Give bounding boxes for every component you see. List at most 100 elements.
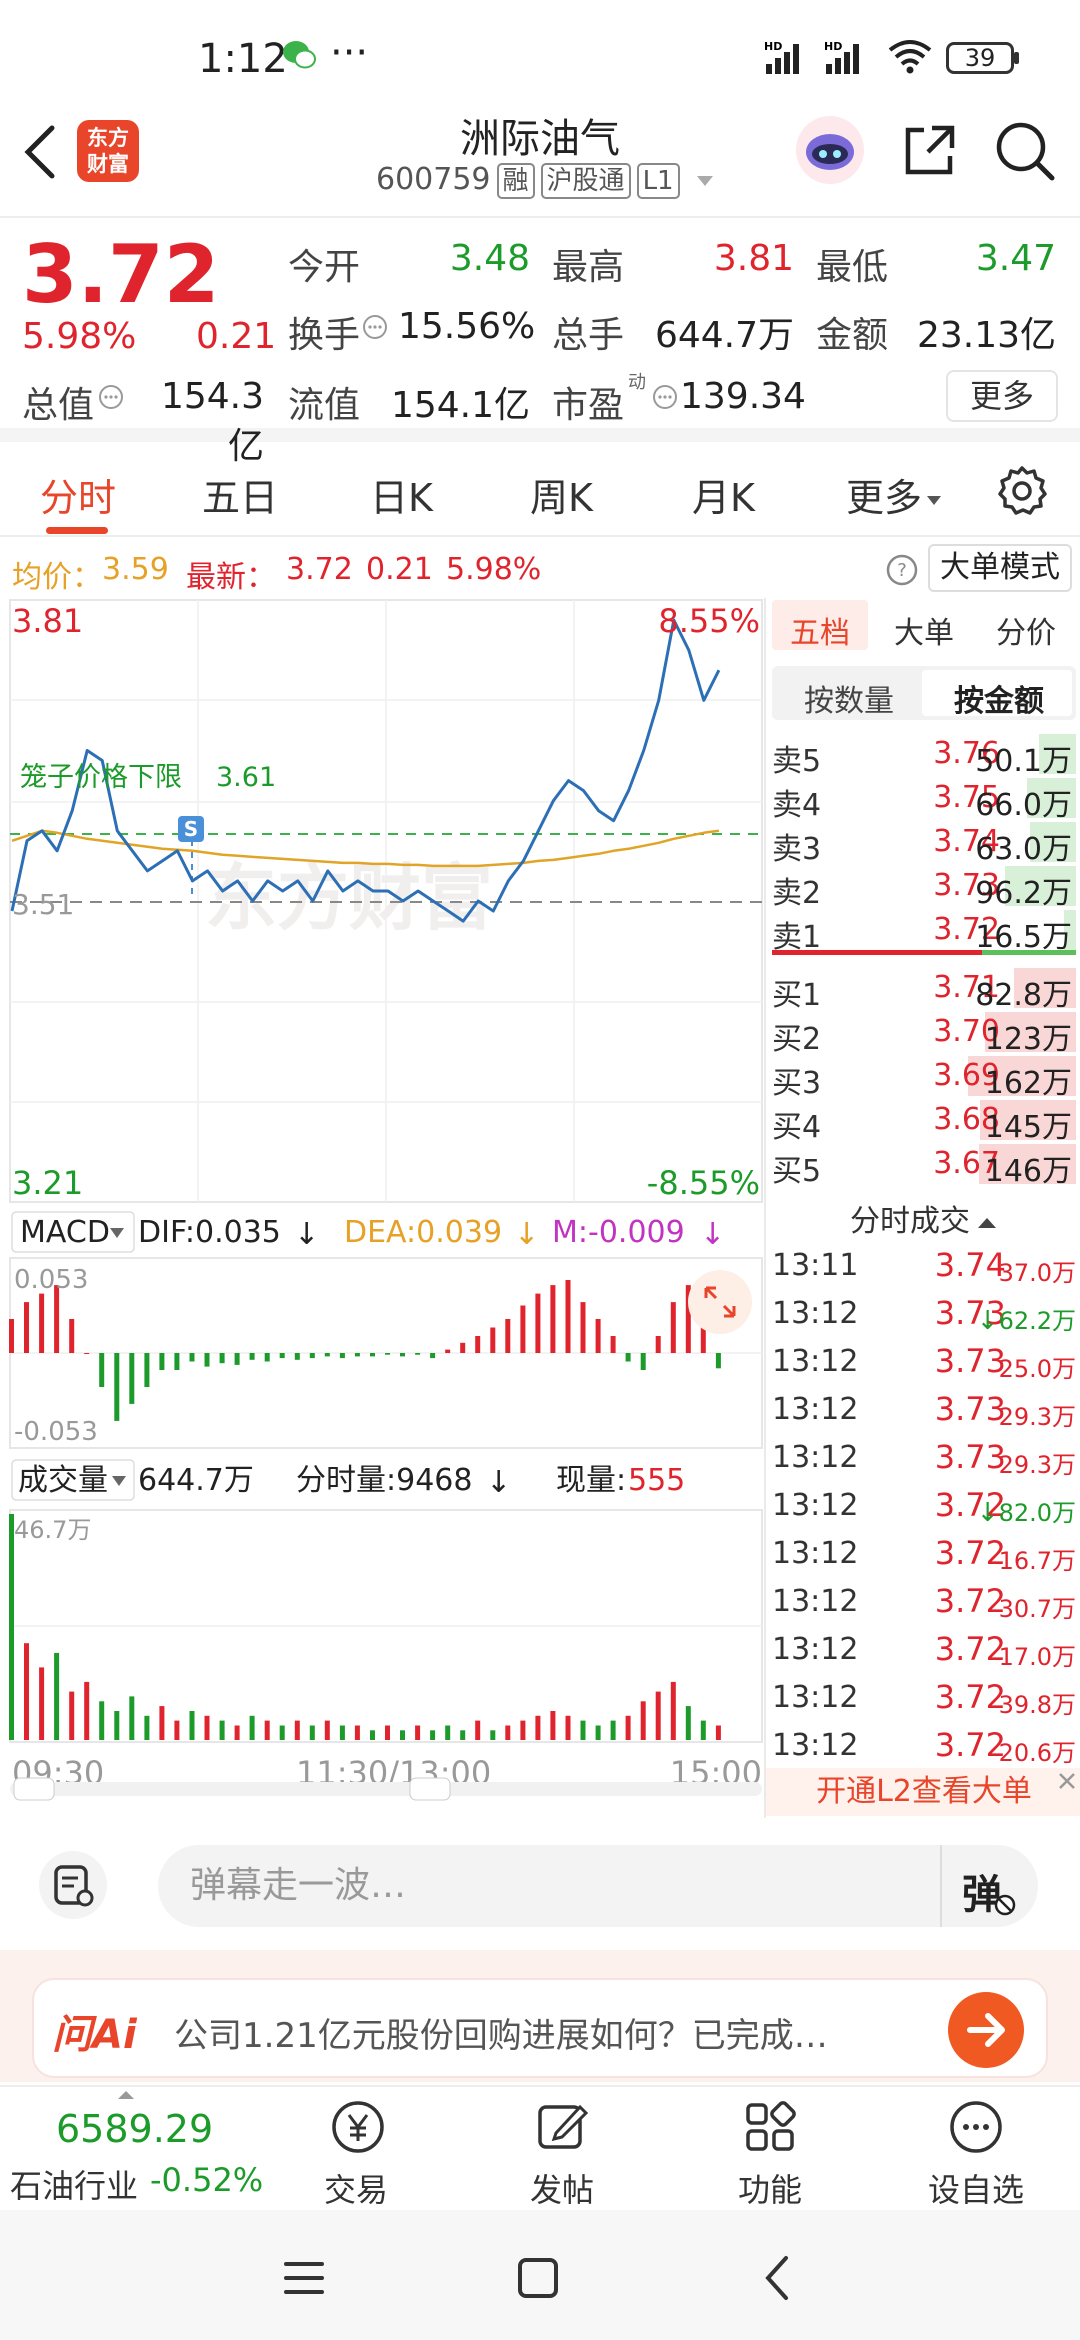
expand-button[interactable]	[688, 1270, 752, 1334]
svg-text:?: ?	[897, 560, 907, 581]
ask-row[interactable]: 卖4 3.75 66.0万	[766, 776, 1076, 823]
trade-price: 3.73	[934, 1342, 1006, 1380]
close-icon[interactable]	[1056, 1770, 1078, 1792]
info-dots-icon[interactable]	[652, 384, 678, 410]
volume-bar	[700, 1720, 706, 1740]
trades-title-text: 分时成交	[850, 1204, 970, 1239]
subtab-by-quantity[interactable]: 按数量	[804, 676, 894, 720]
range-scroll-track[interactable]	[10, 1782, 762, 1796]
volume-bar	[234, 1725, 240, 1740]
search-icon[interactable]	[994, 120, 1056, 182]
macd-bar	[309, 1353, 315, 1359]
industry-index-name[interactable]: 石油行业	[10, 2161, 138, 2207]
ask-row[interactable]: 卖1 3.72 16.5万	[766, 908, 1076, 955]
macd-bar	[204, 1353, 210, 1367]
macd-bar	[339, 1353, 345, 1359]
macd-bar	[174, 1353, 180, 1370]
volume-bar	[264, 1720, 270, 1740]
l2-banner[interactable]: 开通L2查看大单	[766, 1768, 1080, 1816]
macd-bar	[490, 1327, 496, 1353]
tag-level: L1	[636, 163, 680, 199]
trade-volume-text: 37.0万	[998, 1259, 1076, 1287]
level-volume: 146万	[984, 1154, 1072, 1189]
volume-bar	[490, 1730, 496, 1740]
tab-monthly-k[interactable]: 月K	[692, 467, 755, 522]
danmu-settings-icon[interactable]	[38, 1850, 108, 1920]
volume-bar	[69, 1691, 75, 1740]
industry-index-value[interactable]: 6589.29	[56, 2107, 213, 2151]
volume-bars	[9, 1514, 721, 1740]
comment-bar: 弹幕走一波… 弹	[0, 1818, 1080, 1948]
bid-row[interactable]: 买1 3.71 82.8万	[766, 966, 1076, 1013]
order-book-panel: 五档 大单 分价 按数量 按金额 卖5 3.76 50.1万 卖4 3.75 66.0万卖…	[764, 598, 1080, 1818]
ai-question-card[interactable]: 问Ai 公司1.21亿元股份回购进展如何？已完成…	[32, 1978, 1048, 2078]
volume-bar	[204, 1715, 210, 1740]
tab-price-distribution[interactable]: 分价	[996, 608, 1056, 652]
bid-row[interactable]: 买2 3.70 123万	[766, 1010, 1076, 1057]
volume-bar	[640, 1701, 646, 1740]
tab-daily-k[interactable]: 日K	[370, 467, 433, 522]
down-arrow-icon: ↓	[976, 1306, 999, 1336]
level-volume: 16.5万	[975, 920, 1072, 955]
macd-bar	[249, 1353, 255, 1360]
home-square-icon[interactable]	[516, 2256, 560, 2300]
ask-row[interactable]: 卖5 3.76 50.1万	[766, 732, 1076, 779]
macd-bar	[69, 1319, 75, 1353]
trade-time: 13:12	[772, 1296, 859, 1331]
bid-row[interactable]: 买3 3.69 162万	[766, 1054, 1076, 1101]
tab-more[interactable]: 更多	[846, 467, 942, 522]
chart-period-tabs: 分时 五日 日K 周K 月K 更多	[0, 445, 1080, 537]
macd-bar	[625, 1353, 631, 1362]
tab-weekly-k[interactable]: 周K	[530, 467, 593, 522]
collapse-triangle-icon[interactable]	[976, 1216, 998, 1230]
high-value: 3.81	[713, 238, 794, 279]
m-arrow: ↓	[700, 1217, 725, 1252]
settings-gear-icon[interactable]	[996, 465, 1048, 517]
ask-row[interactable]: 卖2 3.73 96.2万	[766, 864, 1076, 911]
info-dots-icon[interactable]	[362, 314, 388, 340]
nav-trade[interactable]: 交易	[286, 2087, 426, 2212]
nav-add-watchlist[interactable]: 设自选	[906, 2087, 1046, 2212]
down-arrow-icon: ↓	[976, 1498, 999, 1528]
range-handle-right[interactable]	[409, 1777, 451, 1801]
tab-intraday[interactable]: 分时	[40, 467, 116, 522]
current-price: 3.72	[22, 228, 220, 321]
trade-row: 13:12 3.72 16.7万	[766, 1530, 1080, 1576]
turnover-value: 15.56%	[398, 306, 536, 347]
help-question-icon[interactable]: ?	[886, 554, 918, 586]
volume-bar	[219, 1720, 225, 1740]
volume-bar	[24, 1643, 29, 1740]
info-dots-icon[interactable]	[98, 384, 124, 410]
stock-code-row[interactable]: 600759 融沪股通 L1	[376, 162, 715, 199]
l2-banner-text: 开通L2查看大单	[816, 1774, 1032, 1809]
ask-row[interactable]: 卖3 3.74 63.0万	[766, 820, 1076, 867]
back-nav-icon[interactable]	[762, 2254, 792, 2302]
nav-functions-label: 功能	[737, 2171, 802, 2209]
big-order-mode-button[interactable]: 大单模式	[928, 544, 1072, 592]
bid-row[interactable]: 买4 3.68 145万	[766, 1098, 1076, 1145]
arrow-right-icon[interactable]	[946, 1990, 1026, 2070]
tab-big-orders[interactable]: 大单	[894, 608, 954, 652]
pe-dynamic-sup: 动	[628, 372, 646, 393]
nav-functions[interactable]: 功能	[700, 2087, 840, 2212]
open-value: 3.48	[449, 238, 530, 279]
info-change: 0.21	[366, 552, 433, 587]
robot-assistant-icon[interactable]	[794, 114, 866, 186]
bid-row[interactable]: 买5 3.67 146万	[766, 1142, 1076, 1189]
share-icon[interactable]	[902, 122, 958, 178]
trade-price: 3.72	[934, 1726, 1006, 1764]
tab-five-day[interactable]: 五日	[202, 467, 278, 522]
intraday-chart[interactable]: 东方财富 S 笼子价格下限 3.61 3.81 3.51 3.21 8.55% …	[0, 598, 764, 1818]
trade-row: 13:11 3.74 37.0万	[766, 1242, 1080, 1288]
level-label: 买4	[772, 1110, 822, 1145]
range-handle-left[interactable]	[13, 1777, 55, 1801]
subtab-by-amount[interactable]: 按金额	[954, 676, 1044, 720]
nav-post-label: 发帖	[529, 2171, 594, 2209]
menu-icon[interactable]	[282, 2258, 326, 2298]
tab-five-levels[interactable]: 五档	[790, 608, 850, 652]
more-quote-button[interactable]: 更多	[946, 370, 1058, 422]
status-bar: 1:12 ··· HD HD 39	[0, 0, 1080, 110]
danmu-input[interactable]: 弹幕走一波…	[158, 1845, 1038, 1927]
dropdown-triangle-icon	[695, 174, 715, 188]
nav-post[interactable]: 发帖	[492, 2087, 632, 2212]
